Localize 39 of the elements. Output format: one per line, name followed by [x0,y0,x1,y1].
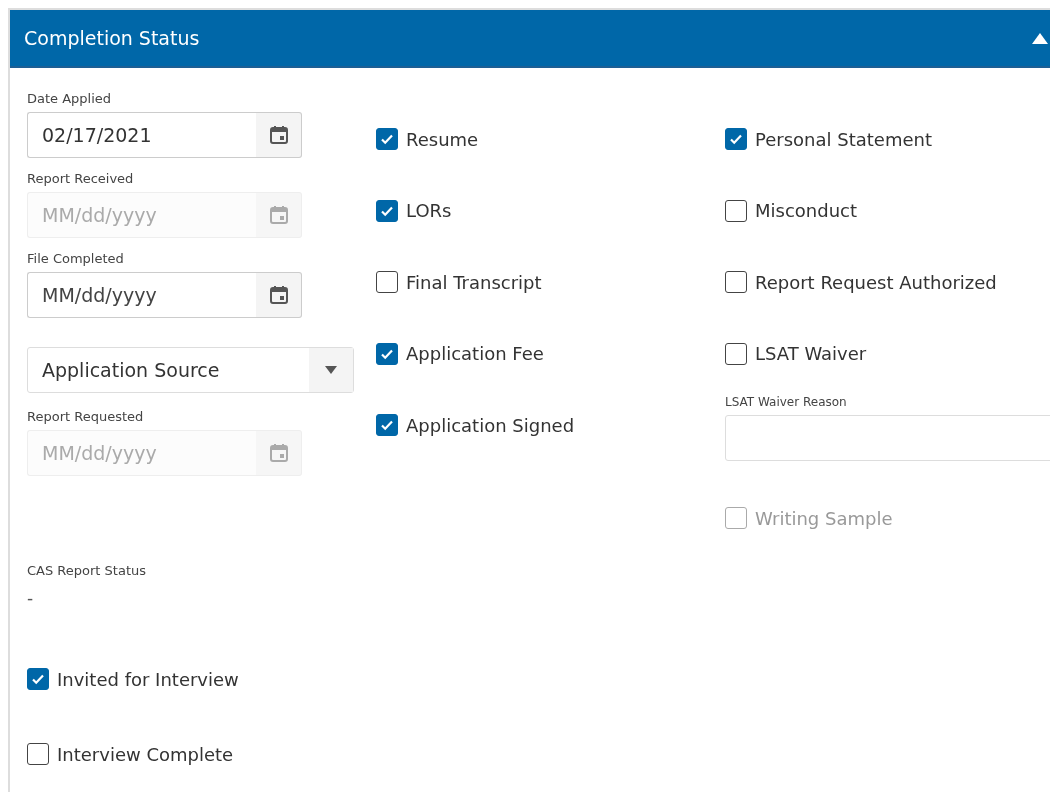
checkbox[interactable] [725,199,747,222]
checkbox-label: Application Signed [406,414,575,436]
field-label: File Completed [27,251,125,268]
checkbox[interactable] [376,128,398,150]
field-label: Report Received [27,171,135,188]
checkbox[interactable] [725,128,747,150]
check-icon [380,418,394,432]
field-label: Date Applied [27,91,113,108]
checkbox[interactable] [376,199,398,222]
check-icon [380,132,394,146]
checkbox[interactable] [27,668,49,690]
checkbox[interactable] [376,342,398,365]
checkbox[interactable] [376,414,398,436]
checkbox-label: Misconduct [755,200,857,221]
collapse-icon[interactable] [1032,32,1048,44]
checkbox[interactable] [376,271,398,293]
checkbox-label: Report Request Authorized [755,271,997,293]
field-label: LSAT Waiver Reason [725,395,848,409]
check-icon [31,672,45,686]
checkbox[interactable] [27,743,49,765]
panel-title: Completion Status [24,27,200,49]
checkbox[interactable] [725,271,747,293]
checkbox-label: LSAT Waiver [755,343,867,364]
panel-header[interactable]: Completion Status [10,10,1050,68]
field-label: Report Requested [27,409,145,426]
checkbox[interactable] [725,342,747,365]
checkbox-label: LORs [406,200,452,221]
dropdown[interactable]: Application Source [27,347,354,393]
caret-icon [324,365,338,375]
checkbox-label: Final Transcript [406,271,542,293]
checkbox-label: Writing Sample [755,507,893,529]
check-icon [729,132,743,146]
field-value: - [27,588,35,608]
checkbox-label: Invited for Interview [57,668,239,690]
checkbox-label: Interview Complete [57,743,234,765]
checkbox-label: Application Fee [406,343,544,364]
field-label: CAS Report Status [27,563,147,578]
checkbox-label: Resume [406,128,479,150]
checkbox-label: Personal Statement [755,128,932,150]
